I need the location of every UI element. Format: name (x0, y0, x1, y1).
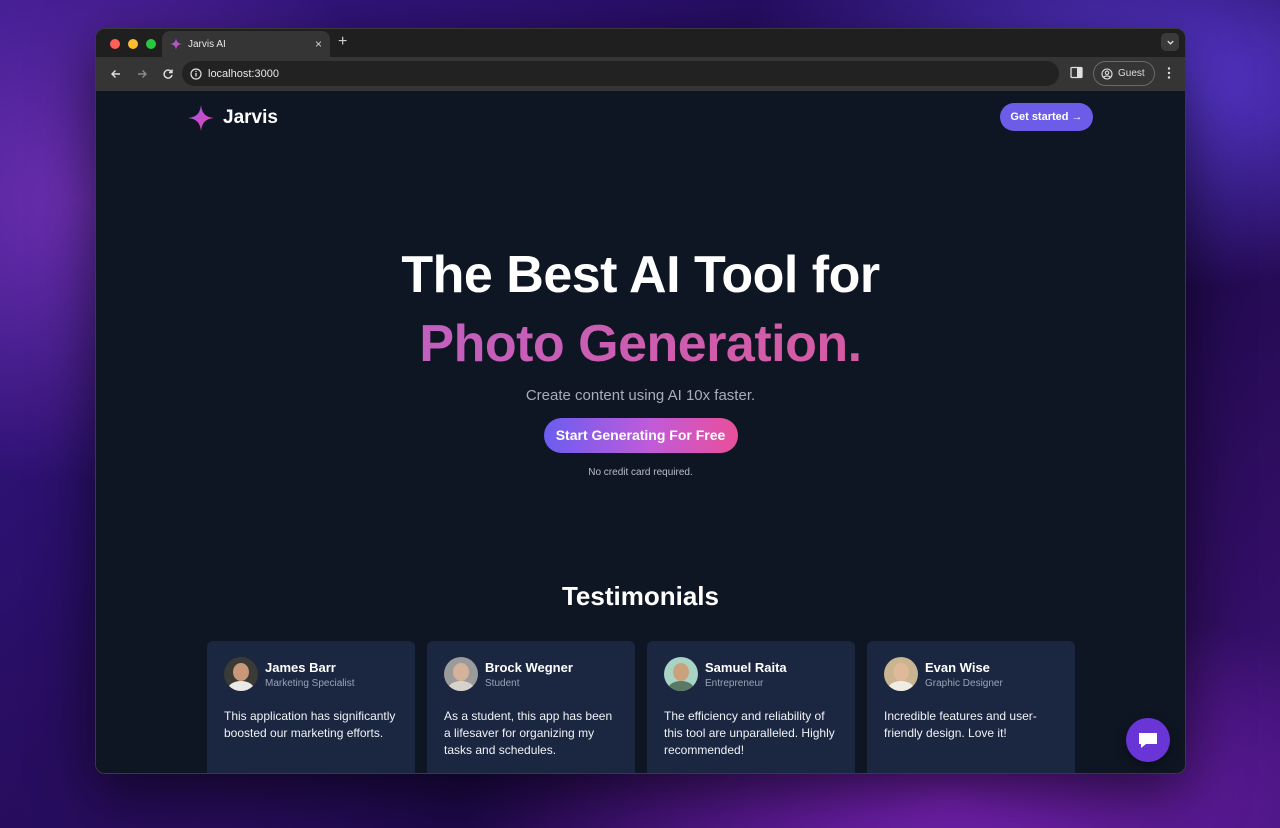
browser-window: Jarvis AI × + localhost:3000 Guest Jarvi… (95, 28, 1186, 774)
profile-icon (1101, 67, 1113, 80)
kebab-menu-icon[interactable] (1166, 66, 1172, 80)
side-panel-icon[interactable] (1070, 66, 1083, 79)
testimonial-role: Student (485, 677, 520, 689)
testimonial-text: The efficiency and reliability of this t… (664, 709, 835, 757)
site-info-icon[interactable] (190, 67, 202, 80)
testimonial-cards: James Barr Marketing Specialist This app… (207, 641, 1075, 773)
get-started-button[interactable]: Get started → (1000, 103, 1093, 131)
testimonials-heading: Testimonials (561, 581, 719, 611)
reload-icon (163, 69, 173, 79)
reload-button[interactable] (156, 62, 180, 86)
brand-name[interactable]: Jarvis (223, 107, 278, 129)
back-icon (111, 70, 120, 78)
hero-subtitle: Create content using AI 10x faster. (525, 387, 756, 404)
testimonial-name: Evan Wise (925, 659, 990, 675)
testimonial-role: Entrepreneur (705, 677, 764, 689)
back-button[interactable] (104, 62, 128, 86)
forward-icon (138, 70, 147, 78)
web-page: Jarvis Get started → The Best AI Tool fo… (96, 91, 1185, 773)
avatar (444, 657, 478, 691)
tab-close-button[interactable]: × (315, 37, 322, 51)
testimonial-name: Brock Wegner (485, 659, 573, 675)
testimonial-text: Incredible features and user-friendly de… (884, 709, 1037, 740)
forward-button[interactable] (130, 62, 154, 86)
new-tab-button[interactable]: + (338, 33, 347, 51)
hero-title-highlight: Photo Generation. (96, 307, 1185, 381)
sparkle-logo-icon[interactable] (188, 105, 214, 131)
chevron-down-icon (1166, 40, 1174, 45)
chat-widget-button[interactable] (1126, 718, 1170, 762)
maximize-window-button[interactable] (146, 39, 156, 49)
url-text: localhost:3000 (208, 67, 279, 80)
title-bar: Jarvis AI × + (96, 29, 1185, 57)
testimonial-name: Samuel Raita (705, 659, 787, 675)
browser-tab[interactable]: Jarvis AI × (162, 31, 330, 57)
no-credit-card-note: No credit card required. (588, 467, 693, 478)
profile-label: Guest (1118, 68, 1145, 79)
avatar (884, 657, 918, 691)
testimonial-card: Evan Wise Graphic Designer Incredible fe… (867, 641, 1075, 773)
testimonial-text: As a student, this app has been a lifesa… (444, 709, 613, 757)
sparkle-favicon-icon (170, 38, 182, 50)
testimonial-role: Graphic Designer (925, 677, 1003, 689)
avatar (664, 657, 698, 691)
hero-title: The Best AI Tool for (401, 246, 880, 304)
hero-section: The Best AI Tool for Photo Generation. C… (96, 243, 1185, 478)
avatar (224, 657, 258, 691)
browser-toolbar: localhost:3000 Guest (96, 57, 1185, 91)
start-generating-button[interactable]: Start Generating For Free (543, 418, 738, 453)
site-navbar: Jarvis (188, 105, 278, 131)
tab-search-button[interactable] (1161, 33, 1179, 51)
minimize-window-button[interactable] (128, 39, 138, 49)
testimonial-card: Brock Wegner Student As a student, this … (427, 641, 635, 773)
testimonial-text: This application has significantly boost… (224, 709, 396, 740)
chat-icon (1139, 733, 1157, 748)
testimonial-card: Samuel Raita Entrepreneur The efficiency… (647, 641, 855, 773)
profile-button[interactable]: Guest (1093, 61, 1155, 86)
window-controls (110, 39, 156, 49)
close-window-button[interactable] (110, 39, 120, 49)
testimonial-name: James Barr (265, 659, 336, 675)
testimonial-card: James Barr Marketing Specialist This app… (207, 641, 415, 773)
tab-title: Jarvis AI (188, 38, 226, 50)
testimonial-role: Marketing Specialist (265, 677, 355, 689)
address-bar[interactable]: localhost:3000 (182, 61, 1059, 86)
